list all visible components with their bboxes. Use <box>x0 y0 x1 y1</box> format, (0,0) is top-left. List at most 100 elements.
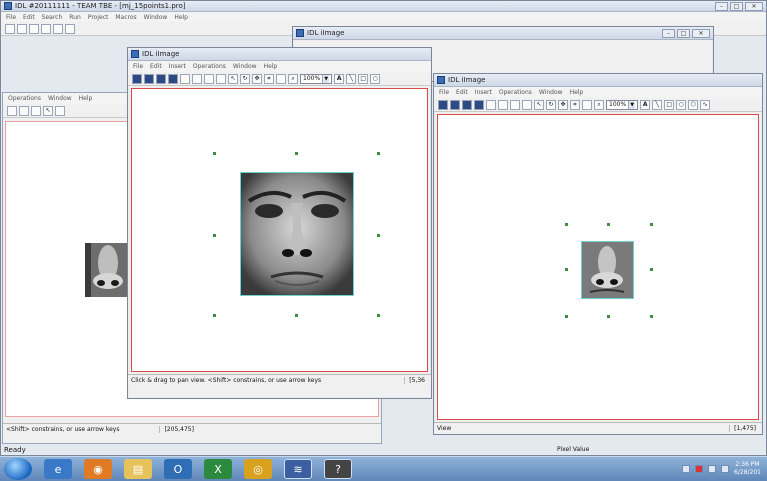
menu-project[interactable]: Project <box>88 14 109 21</box>
iimage1-menu-edit[interactable]: Edit <box>150 63 162 70</box>
left-menu-help[interactable]: Help <box>79 95 93 102</box>
undo-icon[interactable] <box>53 23 63 34</box>
outlook-taskbar-icon[interactable]: O <box>164 459 192 479</box>
iimage1-arrow-icon[interactable]: ↖ <box>228 73 238 84</box>
iimage2-new-icon[interactable] <box>438 99 448 110</box>
firefox-taskbar-icon[interactable]: ◉ <box>84 459 112 479</box>
iimage2-menu-operations[interactable]: Operations <box>499 89 532 96</box>
iimage2-crop-icon[interactable]: ⌗ <box>570 99 580 110</box>
iimage2-arrow-icon[interactable]: ↖ <box>534 99 544 110</box>
iimage2-menu-edit[interactable]: Edit <box>456 89 468 96</box>
back-minimize-icon[interactable]: – <box>662 28 675 38</box>
roi-point[interactable] <box>377 314 380 317</box>
menu-window[interactable]: Window <box>144 14 168 21</box>
iimage1-oval-icon[interactable]: ○ <box>370 73 381 84</box>
iimage1-print-icon[interactable] <box>168 73 178 84</box>
iimage1-new-icon[interactable] <box>132 73 142 84</box>
iimage1-rotate-icon[interactable]: ↻ <box>240 73 250 84</box>
iimage2-menu-window[interactable]: Window <box>539 89 563 96</box>
iimage1-line-icon[interactable]: ╲ <box>346 73 357 84</box>
tray-clock[interactable]: 2:36 PM 6/28/201 <box>734 461 761 477</box>
menu-help[interactable]: Help <box>174 14 188 21</box>
iimage1-search-icon[interactable]: ⌕ <box>288 73 298 84</box>
back-close-icon[interactable]: ✕ <box>692 28 710 38</box>
iimage2-zoom-dropdown-icon[interactable]: ▼ <box>628 100 636 109</box>
iimage1-pan-icon[interactable]: ✥ <box>252 73 262 84</box>
iimage2-rotate-icon[interactable]: ↻ <box>546 99 556 110</box>
left-menu-window[interactable]: Window <box>48 95 72 102</box>
iimage2-roi-icon[interactable] <box>582 99 592 110</box>
iimage2-oval-icon[interactable]: ○ <box>676 99 687 110</box>
roi-point[interactable] <box>213 314 216 317</box>
iimage2-titlebar[interactable]: IDL iImage <box>434 74 762 87</box>
start-button-icon[interactable] <box>4 458 32 480</box>
iimage2-search-icon[interactable]: ⌕ <box>594 99 604 110</box>
save-icon[interactable] <box>29 23 39 34</box>
roi-point[interactable] <box>607 223 610 226</box>
menu-run[interactable]: Run <box>69 14 81 21</box>
iimage1-titlebar[interactable]: IDL iImage <box>128 48 431 61</box>
roi-point[interactable] <box>565 268 568 271</box>
roi-point[interactable] <box>607 315 610 318</box>
iimage2-cut-icon[interactable] <box>510 99 520 110</box>
print-icon[interactable] <box>41 23 51 34</box>
pan-icon[interactable] <box>19 105 29 116</box>
iimage1-crop-icon[interactable]: ⌗ <box>264 73 274 84</box>
menu-file[interactable]: File <box>6 14 16 21</box>
iimage2-zoom-select[interactable]: 100% ▼ <box>606 99 639 110</box>
iimage1-zoom-dropdown-icon[interactable]: ▼ <box>322 74 330 83</box>
back-window-titlebar[interactable]: IDL iImage – □ ✕ <box>293 27 713 40</box>
rotate-icon[interactable] <box>31 105 41 116</box>
roi-point[interactable] <box>377 152 380 155</box>
open-file-icon[interactable] <box>17 23 27 34</box>
menu-macros[interactable]: Macros <box>115 14 136 21</box>
help-taskbar-icon[interactable]: ? <box>324 459 352 479</box>
arrow-icon[interactable]: ↖ <box>43 105 53 116</box>
iimage1-menu-operations[interactable]: Operations <box>193 63 226 70</box>
back-maximize-icon[interactable]: □ <box>677 28 690 38</box>
iimage2-menu-help[interactable]: Help <box>570 89 584 96</box>
roi-point[interactable] <box>295 152 298 155</box>
iimage1-save-icon[interactable] <box>156 73 166 84</box>
roi-point[interactable] <box>650 268 653 271</box>
idl-taskbar-icon[interactable]: ≋ <box>284 459 312 479</box>
new-file-icon[interactable] <box>5 23 15 34</box>
iimage1-roi-icon[interactable] <box>276 73 286 84</box>
roi-point[interactable] <box>565 315 568 318</box>
iimage1-menu-help[interactable]: Help <box>264 63 278 70</box>
iimage1-menu-file[interactable]: File <box>133 63 143 70</box>
iimage1-undo-icon[interactable] <box>180 73 190 84</box>
iimage1-menu-window[interactable]: Window <box>233 63 257 70</box>
chrome-taskbar-icon[interactable]: ◎ <box>244 459 272 479</box>
iimage1-redo-icon[interactable] <box>192 73 202 84</box>
redo-icon[interactable] <box>65 23 75 34</box>
iimage2-menu-file[interactable]: File <box>439 89 449 96</box>
roi-point[interactable] <box>565 223 568 226</box>
maximize-icon[interactable]: □ <box>730 1 743 11</box>
iimage1-copy-icon[interactable] <box>216 73 226 84</box>
iimage2-undo-icon[interactable] <box>486 99 496 110</box>
roi-point[interactable] <box>377 234 380 237</box>
minimize-icon[interactable]: – <box>715 1 728 11</box>
iimage2-print-icon[interactable] <box>474 99 484 110</box>
iimage2-text-icon[interactable]: A <box>640 99 651 110</box>
close-icon[interactable]: ✕ <box>745 1 763 11</box>
excel-taskbar-icon[interactable]: X <box>204 459 232 479</box>
iimage2-save-icon[interactable] <box>462 99 472 110</box>
roi-point[interactable] <box>213 234 216 237</box>
crop-icon[interactable] <box>55 105 65 116</box>
select-icon[interactable] <box>7 105 17 116</box>
ie-taskbar-icon[interactable]: e <box>44 459 72 479</box>
iimage2-polygon-icon[interactable]: ⬡ <box>688 99 699 110</box>
iimage2-copy-icon[interactable] <box>522 99 532 110</box>
main-titlebar[interactable]: IDL #20111111 - TEAM TBE - [mj_15points1… <box>1 1 766 12</box>
tray-network-icon[interactable] <box>708 465 717 473</box>
roi-point[interactable] <box>213 152 216 155</box>
tray-arrow-icon[interactable] <box>682 465 691 473</box>
iimage2-freehand-icon[interactable]: ∿ <box>700 99 711 110</box>
iimage2-redo-icon[interactable] <box>498 99 508 110</box>
menu-edit[interactable]: Edit <box>23 14 35 21</box>
iimage2-line-icon[interactable]: ╲ <box>652 99 663 110</box>
tray-alert-icon[interactable] <box>695 465 704 473</box>
explorer-taskbar-icon[interactable]: ▤ <box>124 459 152 479</box>
